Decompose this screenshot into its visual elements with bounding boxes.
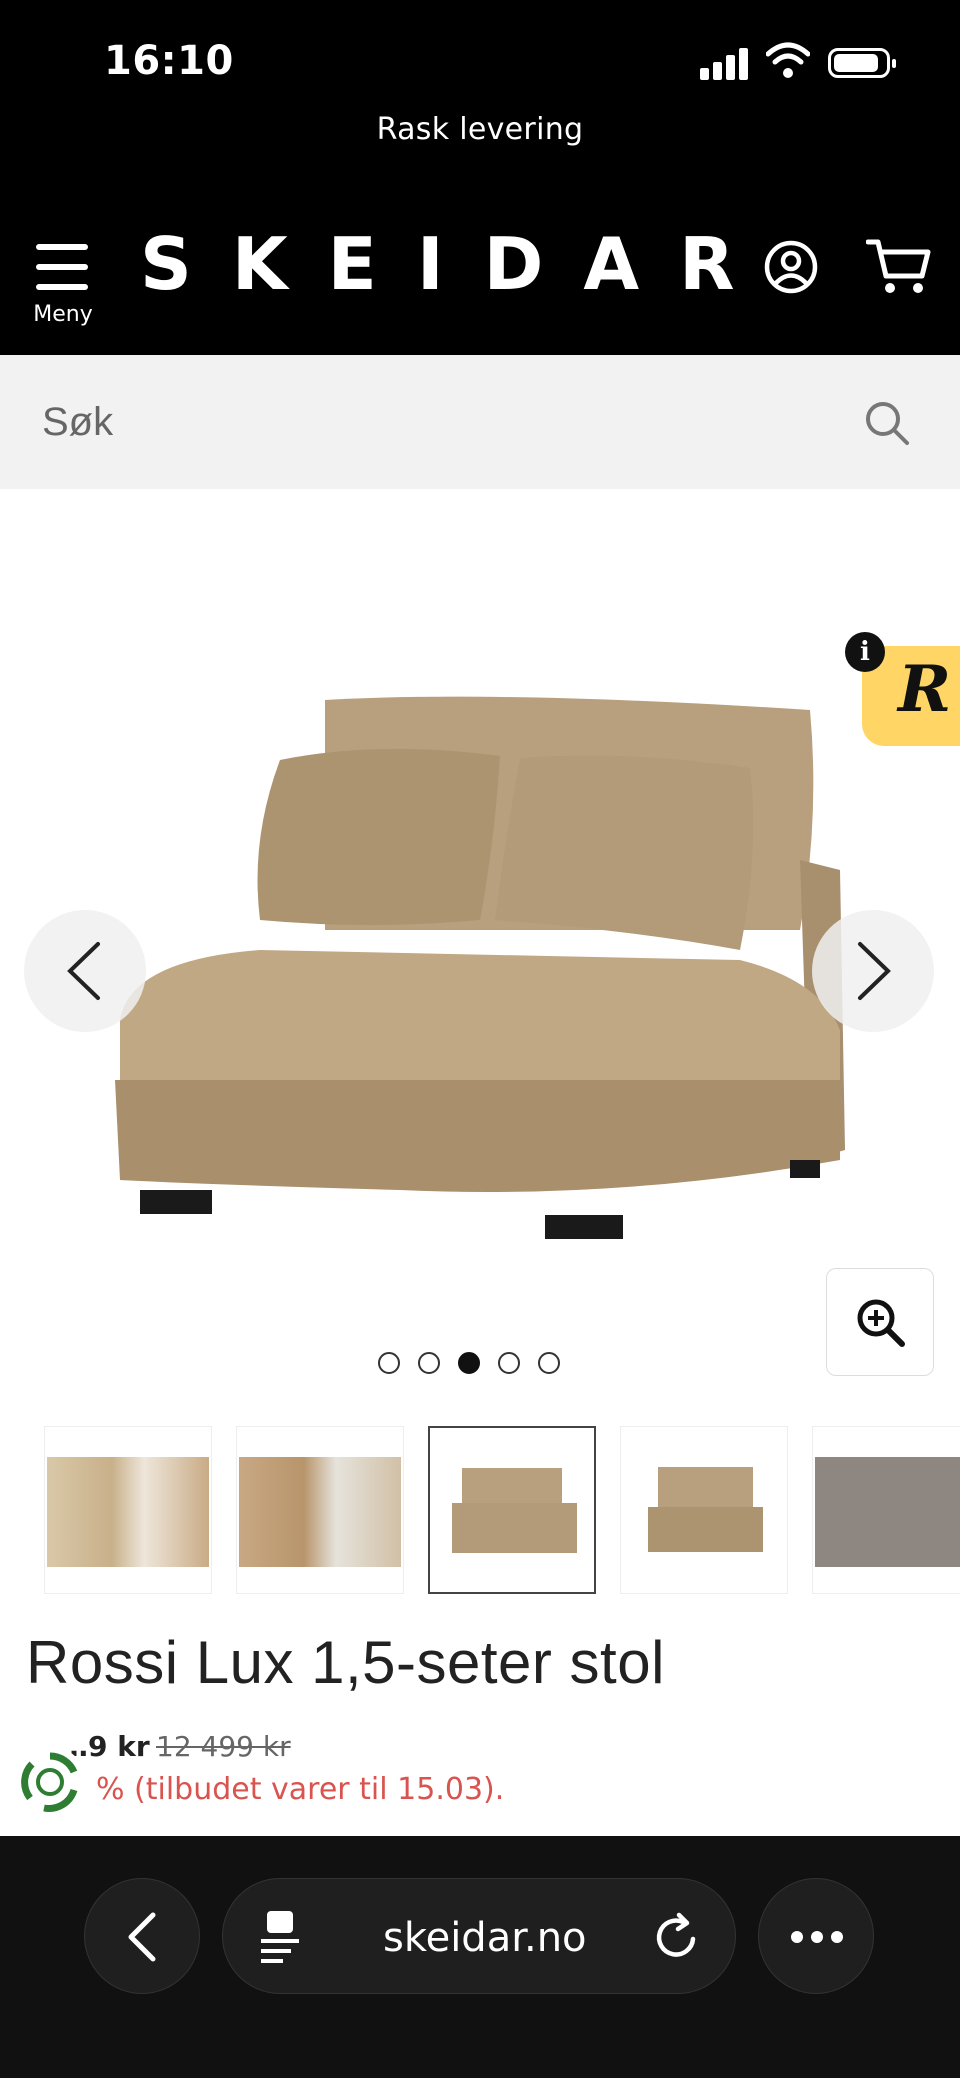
reload-icon[interactable] <box>653 1911 701 1963</box>
carousel-dot[interactable] <box>498 1352 520 1374</box>
chevron-left-icon <box>67 942 100 1000</box>
thumbnail[interactable] <box>44 1426 212 1594</box>
thumbnail[interactable] <box>236 1426 404 1594</box>
previous-image-button[interactable] <box>24 910 146 1032</box>
zoom-button[interactable] <box>826 1268 934 1376</box>
next-image-button[interactable] <box>812 910 934 1032</box>
cart-icon[interactable] <box>866 238 932 296</box>
page-menu-icon <box>261 1911 299 1963</box>
carousel-dot[interactable] <box>418 1352 440 1374</box>
menu-label: Meny <box>33 302 93 327</box>
carousel-dot[interactable] <box>378 1352 400 1374</box>
sofa-thumbnail <box>452 1468 577 1553</box>
offer-text: % (tilbudet varer til 15.03). <box>96 1772 505 1807</box>
chevron-right-icon <box>858 942 891 1000</box>
thumbnail[interactable] <box>812 1426 960 1594</box>
menu-button[interactable]: Meny <box>28 238 98 330</box>
search-icon[interactable] <box>864 400 910 446</box>
cellular-signal-icon <box>700 46 752 80</box>
browser-back-button[interactable] <box>84 1878 200 1994</box>
badge-letter: R <box>898 652 952 727</box>
status-time: 16:10 <box>104 38 234 84</box>
url-text: skeidar.no <box>383 1915 587 1961</box>
site-logo[interactable]: SKEIDAR <box>140 222 775 306</box>
thumbnail[interactable] <box>620 1426 788 1594</box>
carousel-dots <box>378 1352 560 1378</box>
hamburger-icon <box>36 244 88 292</box>
thumbnail-strip <box>44 1426 960 1594</box>
address-bar[interactable]: skeidar.no <box>222 1878 736 1994</box>
search-bar <box>0 355 960 489</box>
chevron-left-icon <box>128 1912 156 1962</box>
product-title: Rossi Lux 1,5-seter stol <box>26 1629 665 1696</box>
wifi-icon <box>766 42 810 78</box>
promo-banner[interactable]: Rask levering <box>0 112 960 147</box>
more-icon <box>791 1931 843 1943</box>
carousel-dot-active[interactable] <box>458 1352 480 1374</box>
info-icon[interactable]: i <box>845 632 885 672</box>
search-input[interactable] <box>40 385 824 459</box>
carousel-dot[interactable] <box>538 1352 560 1374</box>
original-price: 12 499 kr <box>156 1730 291 1763</box>
more-options-button[interactable] <box>758 1878 874 1994</box>
battery-icon <box>828 48 896 78</box>
sofa-front-thumbnail <box>648 1467 763 1552</box>
thumbnail-selected[interactable] <box>428 1426 596 1594</box>
recycle-icon[interactable] <box>14 1746 86 1818</box>
product-image[interactable] <box>100 680 860 1260</box>
account-icon[interactable] <box>764 240 818 294</box>
zoom-in-icon <box>857 1299 905 1347</box>
